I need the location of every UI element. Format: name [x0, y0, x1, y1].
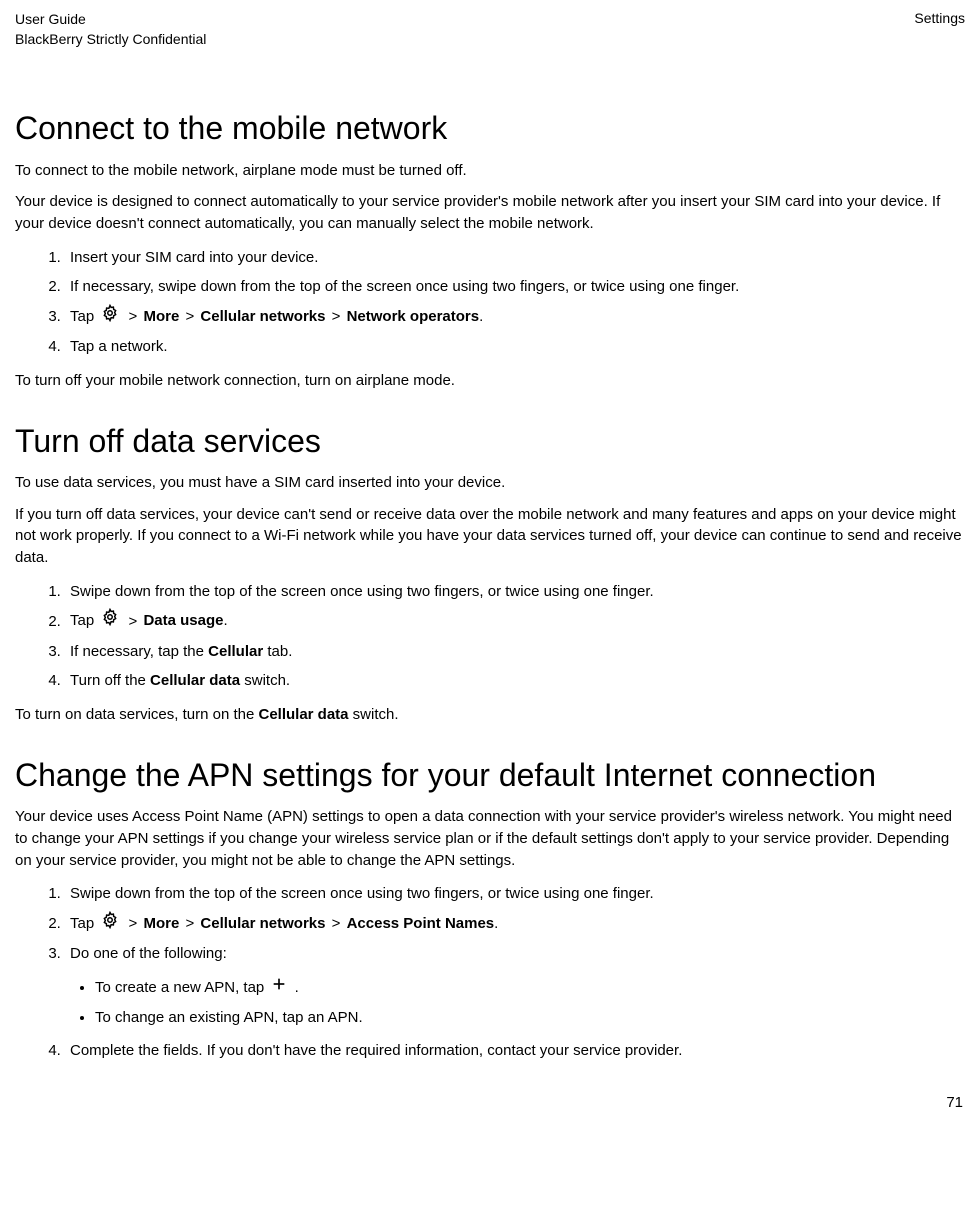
ordered-list: Swipe down from the top of the screen on… [15, 881, 965, 1063]
paragraph: To turn on data services, turn on the Ce… [15, 704, 965, 726]
paragraph-text: To turn on data services, turn on the [15, 706, 258, 723]
settings-gear-icon [101, 911, 119, 938]
paragraph: To connect to the mobile network, airpla… [15, 160, 965, 182]
menu-path-item: Cellular data [150, 672, 240, 689]
list-item: Complete the fields. If you don't have t… [65, 1038, 965, 1064]
paragraph: To use data services, you must have a SI… [15, 472, 965, 494]
breadcrumb-separator: > [129, 915, 142, 932]
menu-path-item: Cellular networks [200, 915, 325, 932]
header-guide-title: User Guide [15, 10, 206, 30]
menu-path-item: More [143, 915, 179, 932]
document-page: User Guide BlackBerry Strictly Confident… [0, 0, 980, 1131]
settings-gear-icon [101, 608, 119, 635]
menu-path-item: Data usage [143, 613, 223, 630]
ordered-list: Insert your SIM card into your device. I… [15, 245, 965, 360]
list-item: To change an existing APN, tap an APN. [95, 1005, 965, 1031]
breadcrumb-separator: > [185, 308, 198, 325]
list-item: Do one of the following: To create a new… [65, 941, 965, 1030]
header-confidential: BlackBerry Strictly Confidential [15, 30, 206, 50]
step-text: To create a new APN, tap [95, 979, 268, 996]
breadcrumb-separator: > [129, 613, 142, 630]
step-text: switch. [240, 672, 290, 689]
header-left: User Guide BlackBerry Strictly Confident… [15, 10, 206, 49]
step-text: . [479, 308, 483, 325]
list-item: Tap a network. [65, 334, 965, 360]
inline-bold: Cellular data [258, 706, 348, 723]
menu-path-item: Access Point Names [347, 915, 495, 932]
menu-path-item: Cellular [208, 643, 263, 660]
paragraph: Your device uses Access Point Name (APN)… [15, 806, 965, 871]
section-title-change-apn: Change the APN settings for your default… [15, 756, 965, 794]
step-text: Tap [70, 915, 98, 932]
step-text: . [224, 613, 228, 630]
breadcrumb-separator: > [332, 915, 345, 932]
section-title-turn-off-data: Turn off data services [15, 422, 965, 460]
step-text: . [295, 979, 299, 996]
page-number: 71 [15, 1094, 965, 1111]
page-header: User Guide BlackBerry Strictly Confident… [15, 10, 965, 49]
list-item: Turn off the Cellular data switch. [65, 668, 965, 694]
breadcrumb-separator: > [332, 308, 345, 325]
step-text: . [494, 915, 498, 932]
step-text: Do one of the following: [70, 945, 227, 962]
list-item: Tap > More > Cellular networks > Network… [65, 304, 965, 331]
ordered-list: Swipe down from the top of the screen on… [15, 579, 965, 694]
step-text: Tap [70, 613, 98, 630]
menu-path-item: Network operators [347, 308, 480, 325]
paragraph-text: switch. [349, 706, 399, 723]
list-item: Swipe down from the top of the screen on… [65, 881, 965, 907]
paragraph: To turn off your mobile network connecti… [15, 370, 965, 392]
unordered-sublist: To create a new APN, tap . To change an … [70, 975, 965, 1030]
step-text: Turn off the [70, 672, 150, 689]
step-text: Tap [70, 308, 98, 325]
header-section-name: Settings [914, 10, 965, 49]
list-item: Tap > More > Cellular networks > Access … [65, 911, 965, 938]
section-title-connect: Connect to the mobile network [15, 109, 965, 147]
menu-path-item: Cellular networks [200, 308, 325, 325]
menu-path-item: More [143, 308, 179, 325]
paragraph: If you turn off data services, your devi… [15, 504, 965, 569]
breadcrumb-separator: > [185, 915, 198, 932]
breadcrumb-separator: > [129, 308, 142, 325]
plus-icon [271, 975, 287, 1001]
list-item: Swipe down from the top of the screen on… [65, 579, 965, 605]
step-text: If necessary, tap the [70, 643, 208, 660]
settings-gear-icon [101, 304, 119, 331]
list-item: Insert your SIM card into your device. [65, 245, 965, 271]
list-item: If necessary, swipe down from the top of… [65, 274, 965, 300]
list-item: To create a new APN, tap . [95, 975, 965, 1001]
list-item: Tap > Data usage. [65, 608, 965, 635]
list-item: If necessary, tap the Cellular tab. [65, 639, 965, 665]
paragraph: Your device is designed to connect autom… [15, 191, 965, 235]
step-text: tab. [263, 643, 292, 660]
